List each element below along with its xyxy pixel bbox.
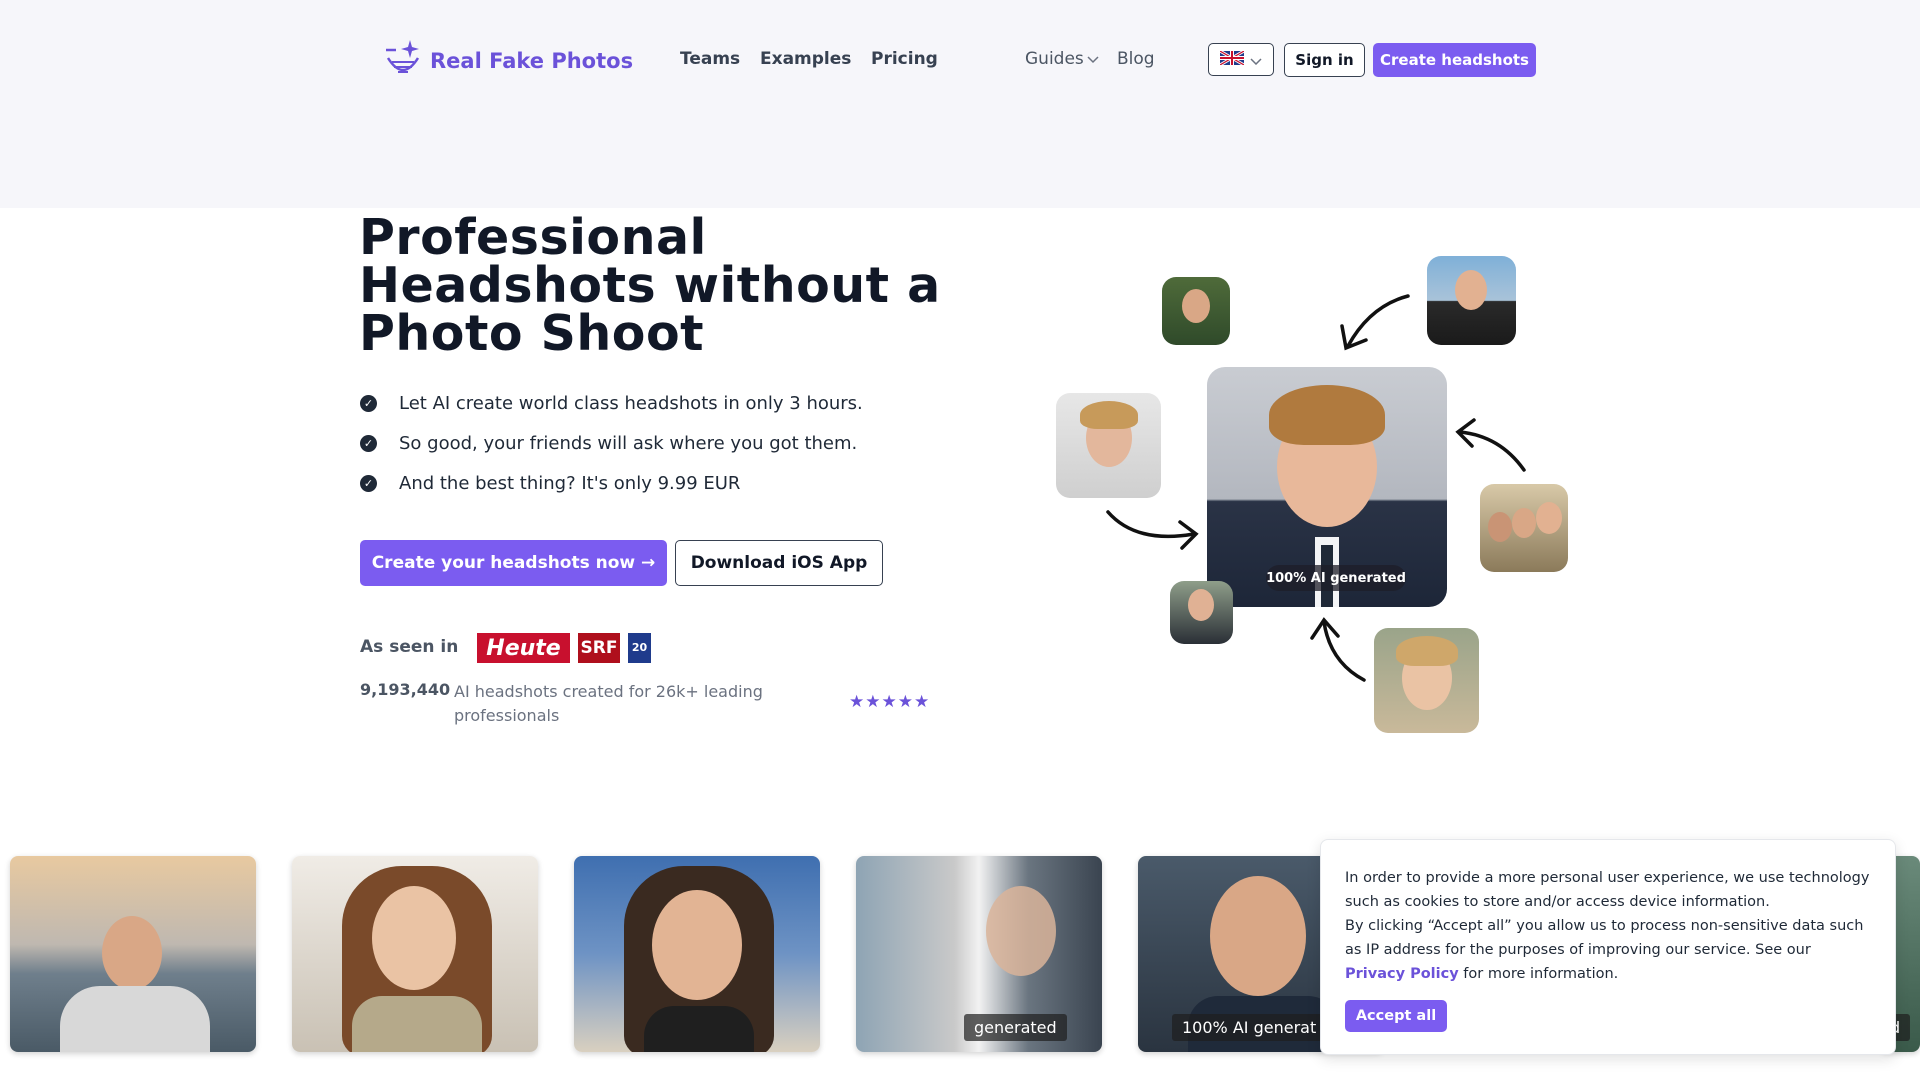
cookie-text-2: By clicking “Accept all” you allow us to… [1345, 918, 1864, 958]
cookie-text-3: for more information. [1463, 966, 1619, 982]
ai-generated-tag: generated [964, 1014, 1067, 1041]
gallery-photo [292, 856, 538, 1052]
gallery-photo [574, 856, 820, 1052]
cookie-text: In order to provide a more personal user… [1345, 866, 1875, 986]
ai-generated-tag: 100% AI generat [1172, 1014, 1327, 1041]
gallery-photo [10, 856, 256, 1052]
gallery-photo: generated [856, 856, 1102, 1052]
cookie-text-1: In order to provide a more personal user… [1345, 870, 1870, 910]
cookie-consent-banner: In order to provide a more personal user… [1320, 839, 1896, 1055]
privacy-policy-link[interactable]: Privacy Policy [1345, 966, 1459, 982]
accept-all-button[interactable]: Accept all [1345, 1000, 1447, 1032]
